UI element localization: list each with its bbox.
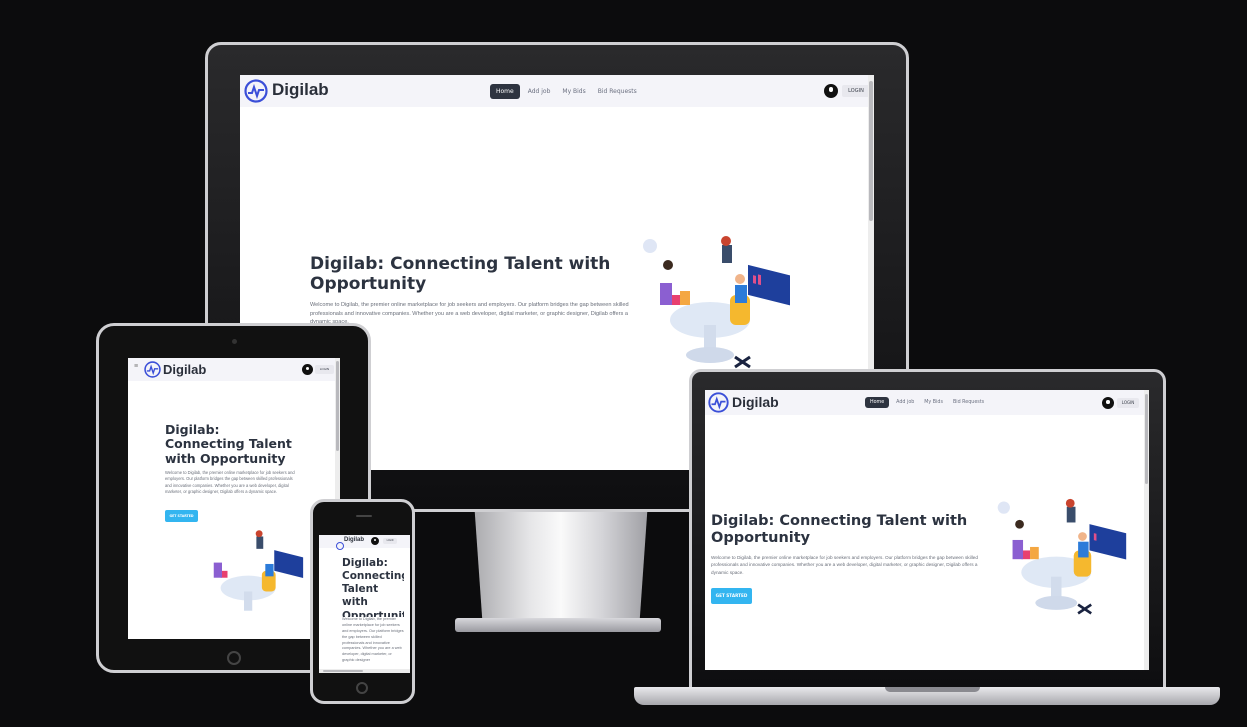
nav-my-bids[interactable]: My Bids — [558, 84, 589, 99]
laptop-hero-illustration — [995, 498, 1135, 616]
monitor-stand — [474, 508, 648, 626]
tablet-avatar-icon[interactable] — [302, 364, 313, 375]
tablet-login-button[interactable]: LOGIN — [315, 365, 334, 374]
phone-login-button[interactable]: LOGIN — [383, 538, 397, 544]
laptop-get-started-button[interactable]: GET STARTED — [711, 588, 752, 604]
laptop-nav-add-job[interactable]: Add job — [893, 397, 917, 408]
desktop-nav-links: Home Add job My Bids Bid Requests — [490, 84, 641, 99]
tablet-hamburger-icon[interactable]: ≡ — [134, 363, 138, 370]
nav-home[interactable]: Home — [490, 84, 520, 99]
laptop-nav-links: Home Add job My Bids Bid Requests — [865, 397, 987, 408]
desktop-login-button[interactable]: LOGIN — [842, 85, 870, 97]
laptop-screen: Digilab Home Add job My Bids Bid Request… — [705, 390, 1149, 670]
monitor-stand-base — [455, 618, 661, 632]
phone-avatar-icon[interactable] — [371, 537, 379, 545]
phone-speaker — [356, 515, 372, 517]
nav-add-job[interactable]: Add job — [524, 84, 555, 99]
desktop-hero-illustration — [640, 235, 800, 370]
laptop-avatar-icon[interactable] — [1102, 397, 1114, 409]
phone-description: Welcome to Digilab, the premier online m… — [342, 617, 404, 663]
tablet-headline: Digilab: Connecting Talent with Opportun… — [165, 422, 292, 466]
tablet-logo-text[interactable]: Digilab — [163, 362, 206, 377]
tablet-navbar: ≡ Digilab LOGIN — [128, 358, 340, 381]
phone-navbar: Digilab LOGIN — [319, 535, 410, 550]
laptop-nav-bid-requests[interactable]: Bid Requests — [950, 397, 987, 408]
tablet-home-button[interactable] — [227, 651, 241, 665]
desktop-logo-icon[interactable] — [244, 79, 268, 103]
phone-device: Digilab LOGIN Digilab: Connecting Talent… — [310, 499, 415, 704]
tablet-screen: ≡ Digilab LOGIN Digilab: Connecting Tale… — [128, 358, 340, 639]
desktop-logo-text[interactable]: Digilab — [272, 80, 329, 100]
phone-home-button[interactable] — [356, 682, 368, 694]
phone-screen: Digilab LOGIN Digilab: Connecting Talent… — [319, 535, 410, 673]
laptop-scrollbar[interactable] — [1144, 390, 1149, 670]
laptop-navbar: Digilab Home Add job My Bids Bid Request… — [705, 390, 1149, 415]
laptop-logo-text[interactable]: Digilab — [732, 394, 779, 410]
tablet-hero-illustration — [200, 526, 310, 626]
tablet-description: Welcome to Digilab, the premier online m… — [165, 470, 295, 495]
desktop-avatar-icon[interactable] — [824, 84, 838, 98]
nav-bid-requests[interactable]: Bid Requests — [594, 84, 641, 99]
laptop-nav-my-bids[interactable]: My Bids — [921, 397, 946, 408]
tablet-get-started-button[interactable]: GET STARTED — [165, 510, 198, 522]
laptop-nav-home[interactable]: Home — [865, 397, 890, 408]
laptop-login-button[interactable]: LOGIN — [1117, 398, 1139, 408]
laptop-logo-icon[interactable] — [708, 392, 729, 413]
tablet-camera — [232, 339, 237, 344]
laptop-headline: Digilab: Connecting Talent with Opportun… — [711, 513, 968, 546]
laptop-notch — [885, 687, 980, 692]
desktop-navbar: Digilab Home Add job My Bids Bid Request… — [240, 75, 874, 107]
phone-logo-text[interactable]: Digilab — [344, 537, 364, 543]
tablet-logo-icon[interactable] — [144, 361, 161, 378]
laptop-lid: Digilab Home Add job My Bids Bid Request… — [689, 369, 1166, 687]
phone-horizontal-scrollbar[interactable] — [319, 669, 410, 673]
phone-headline: Digilab: Connecting Talent with Opportun… — [342, 557, 404, 617]
desktop-headline: Digilab: Connecting Talent with Opportun… — [310, 254, 611, 294]
laptop-description: Welcome to Digilab, the premier online m… — [711, 555, 978, 575]
phone-logo-icon[interactable] — [336, 537, 344, 550]
